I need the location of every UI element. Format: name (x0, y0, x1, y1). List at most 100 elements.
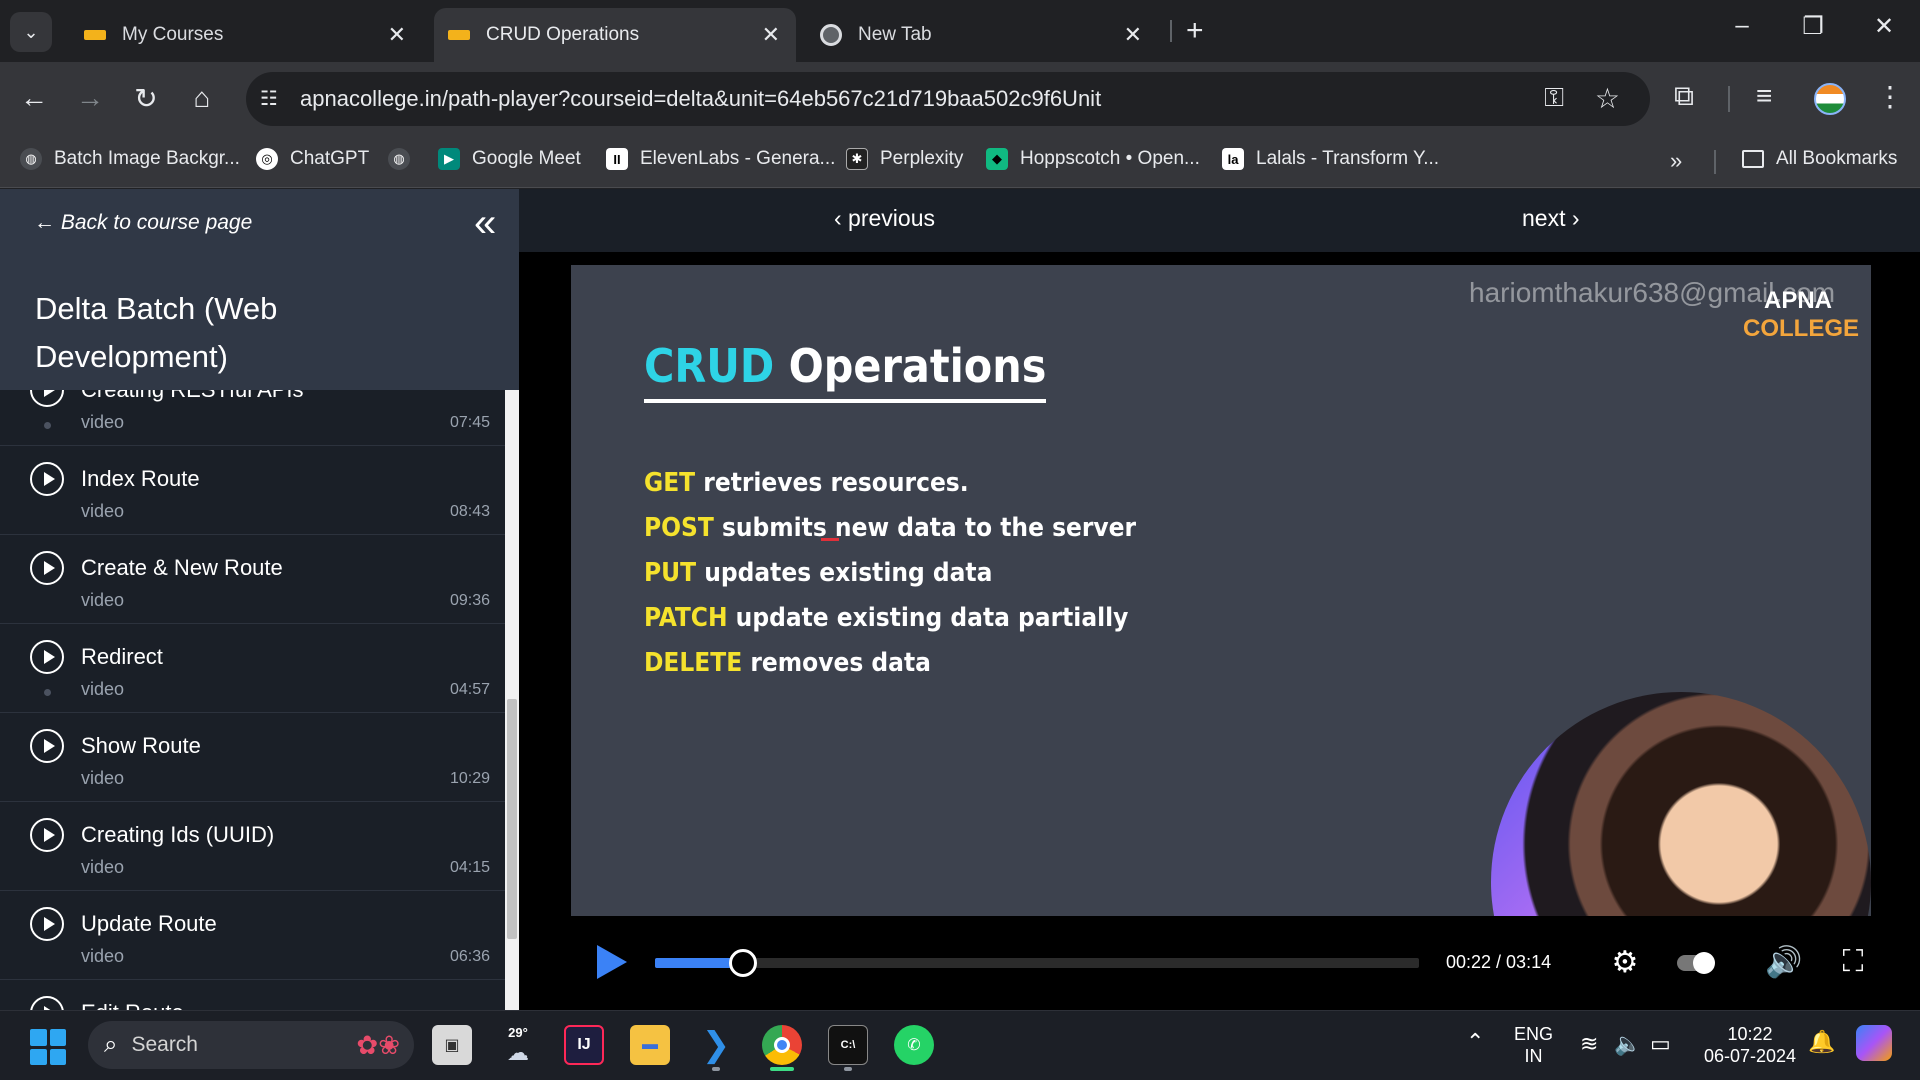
reload-icon[interactable]: ↻ (126, 82, 166, 115)
lesson-item[interactable]: Update Route video 06:36 (0, 892, 505, 980)
bookmark-perplexity[interactable]: ✱ Perplexity (846, 148, 963, 170)
lesson-type: video (81, 857, 125, 877)
lesson-item[interactable]: Create & New Route video 09:36 (0, 536, 505, 624)
close-tab-icon[interactable]: ✕ (388, 22, 406, 48)
lesson-title: Edit Route (81, 1000, 184, 1010)
weather-widget[interactable]: 29° ☁ (498, 1025, 538, 1065)
lesson-item[interactable]: Creating RESTful APIs video 07:45 (0, 390, 505, 446)
tab-search-button[interactable]: ⌄ (10, 12, 52, 52)
notification-bell-icon[interactable]: 🔔 (1808, 1029, 1835, 1055)
perplexity-icon: ✱ (846, 148, 868, 170)
bookmark-chatgpt[interactable]: ◎ ChatGPT (256, 148, 369, 170)
next-lesson-link[interactable]: next › (1522, 205, 1580, 232)
tab-title: CRUD Operations (486, 24, 640, 45)
http-method-keyword: POST (644, 513, 714, 543)
home-icon[interactable]: ⌂ (182, 82, 222, 114)
terminal-icon[interactable]: C:\ (828, 1025, 868, 1065)
bookmark-hoppscotch[interactable]: ◆ Hoppscotch • Open... (986, 148, 1200, 170)
lesson-type: video (81, 768, 125, 788)
lesson-item[interactable]: Show Route video 10:29 (0, 714, 505, 802)
tab-title: New Tab (858, 24, 932, 45)
windows-start-icon[interactable] (30, 1029, 66, 1065)
more-menu-icon[interactable]: ⋮ (1876, 80, 1904, 113)
bookmark-star-icon[interactable]: ☆ (1595, 82, 1620, 115)
lesson-item[interactable]: Index Route video 08:43 (0, 447, 505, 535)
intellij-icon[interactable]: IJ (564, 1025, 604, 1065)
media-controls-icon[interactable]: ≡ (1756, 80, 1772, 112)
tab-new-tab[interactable]: New Tab ✕ (806, 8, 1158, 62)
lalals-icon: la (1222, 148, 1244, 170)
close-tab-icon[interactable]: ✕ (1124, 22, 1142, 48)
forward-arrow-icon[interactable]: → (70, 82, 110, 114)
minimize-button[interactable]: – (1722, 12, 1762, 40)
password-key-icon[interactable]: ⚿ (1544, 82, 1564, 114)
tab-crud-operations[interactable]: CRUD Operations ✕ (434, 8, 796, 62)
slide-title: CRUD Operations (644, 339, 1047, 403)
fullscreen-icon[interactable]: ⛶ (1833, 945, 1873, 979)
tab-my-courses[interactable]: My Courses ✕ (70, 8, 422, 62)
site-settings-icon[interactable]: ☷ (260, 86, 286, 112)
back-arrow-icon[interactable]: ← (14, 82, 54, 114)
tab-title: My Courses (122, 24, 224, 45)
chrome-favicon-icon (820, 24, 842, 46)
back-to-course-link[interactable]: ← Back to course page (34, 211, 252, 235)
task-view-icon[interactable]: ▣ (432, 1025, 472, 1065)
course-title: Delta Batch (Web Development) (35, 291, 278, 374)
url-text[interactable]: apnacollege.in/path-player?courseid=delt… (300, 86, 1101, 112)
globe-icon: ◍ (388, 148, 410, 170)
sidebar-scrollbar-thumb[interactable] (507, 699, 517, 939)
show-hidden-icons-chevron-icon[interactable]: ⌃ (1466, 1029, 1484, 1055)
battery-icon[interactable]: ▭ (1650, 1031, 1671, 1057)
lesson-item[interactable]: Edit Route (0, 981, 505, 1010)
whatsapp-icon[interactable]: ✆ (894, 1025, 934, 1065)
restore-button[interactable]: ❐ (1793, 12, 1833, 41)
wifi-icon[interactable]: ≋ (1580, 1031, 1598, 1057)
language-indicator[interactable]: ENG IN (1514, 1023, 1553, 1067)
collapse-sidebar-icon[interactable]: « (474, 201, 496, 246)
copilot-icon[interactable] (1856, 1025, 1892, 1061)
instructor-webcam (1491, 692, 1871, 916)
slide-line: POST submits new data to the server (644, 506, 1136, 551)
close-window-button[interactable]: ✕ (1864, 12, 1904, 41)
seek-handle[interactable] (728, 949, 757, 977)
more-bookmarks-chevron-icon[interactable]: » (1670, 148, 1682, 174)
bookmark-label: Batch Image Backgr... (54, 148, 240, 169)
http-method-keyword: PUT (644, 558, 697, 588)
previous-lesson-link[interactable]: ‹ previous (834, 205, 935, 232)
status-dot (44, 422, 51, 429)
bookmark-batch-image[interactable]: ◍ Batch Image Backgr... (20, 148, 240, 170)
vscode-icon[interactable]: ❯ (696, 1025, 736, 1065)
windows-taskbar: ⌕ Search ✿❀ ▣ 29° ☁ IJ ▬ ❯ C:\ ✆ ⌃ ENG I… (0, 1010, 1920, 1080)
volume-icon[interactable]: 🔊 (1764, 945, 1804, 980)
sidebar-header: ← Back to course page « Delta Batch (Web… (0, 189, 519, 390)
autoplay-toggle[interactable] (1677, 952, 1715, 974)
all-bookmarks-folder[interactable]: All Bookmarks (1742, 148, 1897, 170)
video-frame[interactable]: hariomthakur638@gmail.com APNA COLLEGE C… (571, 265, 1871, 916)
extensions-puzzle-icon[interactable]: ⧉ (1674, 80, 1694, 113)
play-circle-icon (30, 996, 64, 1010)
lesson-item[interactable]: Creating Ids (UUID) video 04:15 (0, 803, 505, 891)
new-tab-button[interactable]: + (1186, 14, 1204, 48)
play-circle-icon (30, 818, 64, 852)
speaker-icon[interactable]: 🔈 (1614, 1031, 1641, 1057)
search-placeholder: Search (131, 1033, 198, 1056)
chrome-icon[interactable] (762, 1025, 802, 1065)
bookmark-lalals[interactable]: la Lalals - Transform Y... (1222, 148, 1439, 170)
lesson-item[interactable]: Redirect video 04:57 (0, 625, 505, 713)
lesson-type: video (81, 679, 125, 699)
profile-avatar[interactable] (1814, 83, 1846, 115)
bookmark-google-meet[interactable]: ▶ Google Meet (438, 148, 581, 170)
taskbar-search[interactable]: ⌕ Search ✿❀ (88, 1021, 414, 1069)
seek-bar[interactable] (655, 949, 1419, 977)
play-icon[interactable] (597, 945, 627, 979)
system-clock[interactable]: 10:22 06-07-2024 (1700, 1023, 1800, 1067)
close-tab-icon[interactable]: ✕ (762, 22, 780, 48)
bookmark-globe[interactable]: ◍ (388, 148, 410, 170)
file-explorer-icon[interactable]: ▬ (630, 1025, 670, 1065)
lesson-type: video (81, 501, 125, 521)
settings-gear-icon[interactable]: ⚙ (1605, 945, 1645, 980)
bookmarks-bar: ◍ Batch Image Backgr... ◎ ChatGPT ◍ ▶ Go… (0, 136, 1920, 188)
google-meet-icon: ▶ (438, 148, 460, 170)
bookmark-elevenlabs[interactable]: II ElevenLabs - Genera... (606, 148, 835, 170)
address-bar[interactable]: ☷ apnacollege.in/path-player?courseid=de… (246, 72, 1650, 126)
